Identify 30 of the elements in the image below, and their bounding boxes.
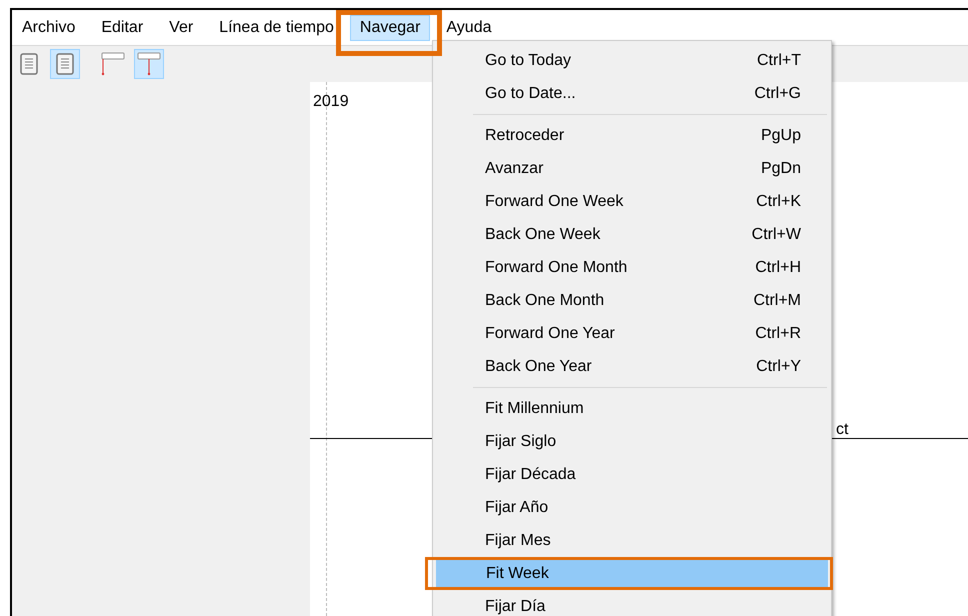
menu-item[interactable]: Back One Year Ctrl+Y (435, 353, 829, 380)
menu-item[interactable]: Fit Week (436, 560, 828, 587)
menu-bar-item[interactable]: Archivo (12, 14, 86, 40)
menu-bar-item[interactable]: Navegar (350, 14, 430, 40)
menu-item[interactable]: Fijar Día (435, 593, 829, 616)
menu-item[interactable]: Forward One Week Ctrl+K (435, 188, 829, 215)
toolbar-button[interactable] (50, 49, 80, 79)
menu-item[interactable]: Back One Month Ctrl+M (435, 287, 829, 314)
menu-item[interactable]: Forward One Year Ctrl+R (435, 320, 829, 347)
menu-item[interactable]: Fit Millennium (435, 395, 829, 422)
document-icon (20, 53, 38, 75)
menu-item[interactable]: Avanzar PgDn (435, 155, 829, 182)
menu-bar-item[interactable]: Línea de tiempo (209, 14, 344, 40)
year-label: 2019 (313, 92, 349, 112)
menu-item[interactable]: Fijar Década (435, 461, 829, 488)
menu-item[interactable]: Go to Date... Ctrl+G (435, 80, 829, 107)
flag-icon (101, 52, 125, 76)
event-label: ct (836, 420, 848, 440)
menu-item[interactable]: Back One Week Ctrl+W (435, 221, 829, 248)
pin-icon (137, 52, 161, 76)
menu-item[interactable]: Forward One Month Ctrl+H (435, 254, 829, 281)
menu-item[interactable]: Retroceder PgUp (435, 122, 829, 149)
menu-bar-item[interactable]: Editar (91, 14, 154, 40)
menu-item[interactable]: Fijar Año (435, 494, 829, 521)
document-icon (56, 53, 74, 75)
menu-bar-item[interactable]: Ver (159, 14, 204, 40)
menu-bar-item[interactable]: Ayuda (436, 14, 502, 40)
menu-item[interactable]: Fijar Siglo (435, 428, 829, 455)
toolbar-button[interactable] (134, 49, 164, 79)
menu-item[interactable]: Fijar Mes (435, 527, 829, 554)
